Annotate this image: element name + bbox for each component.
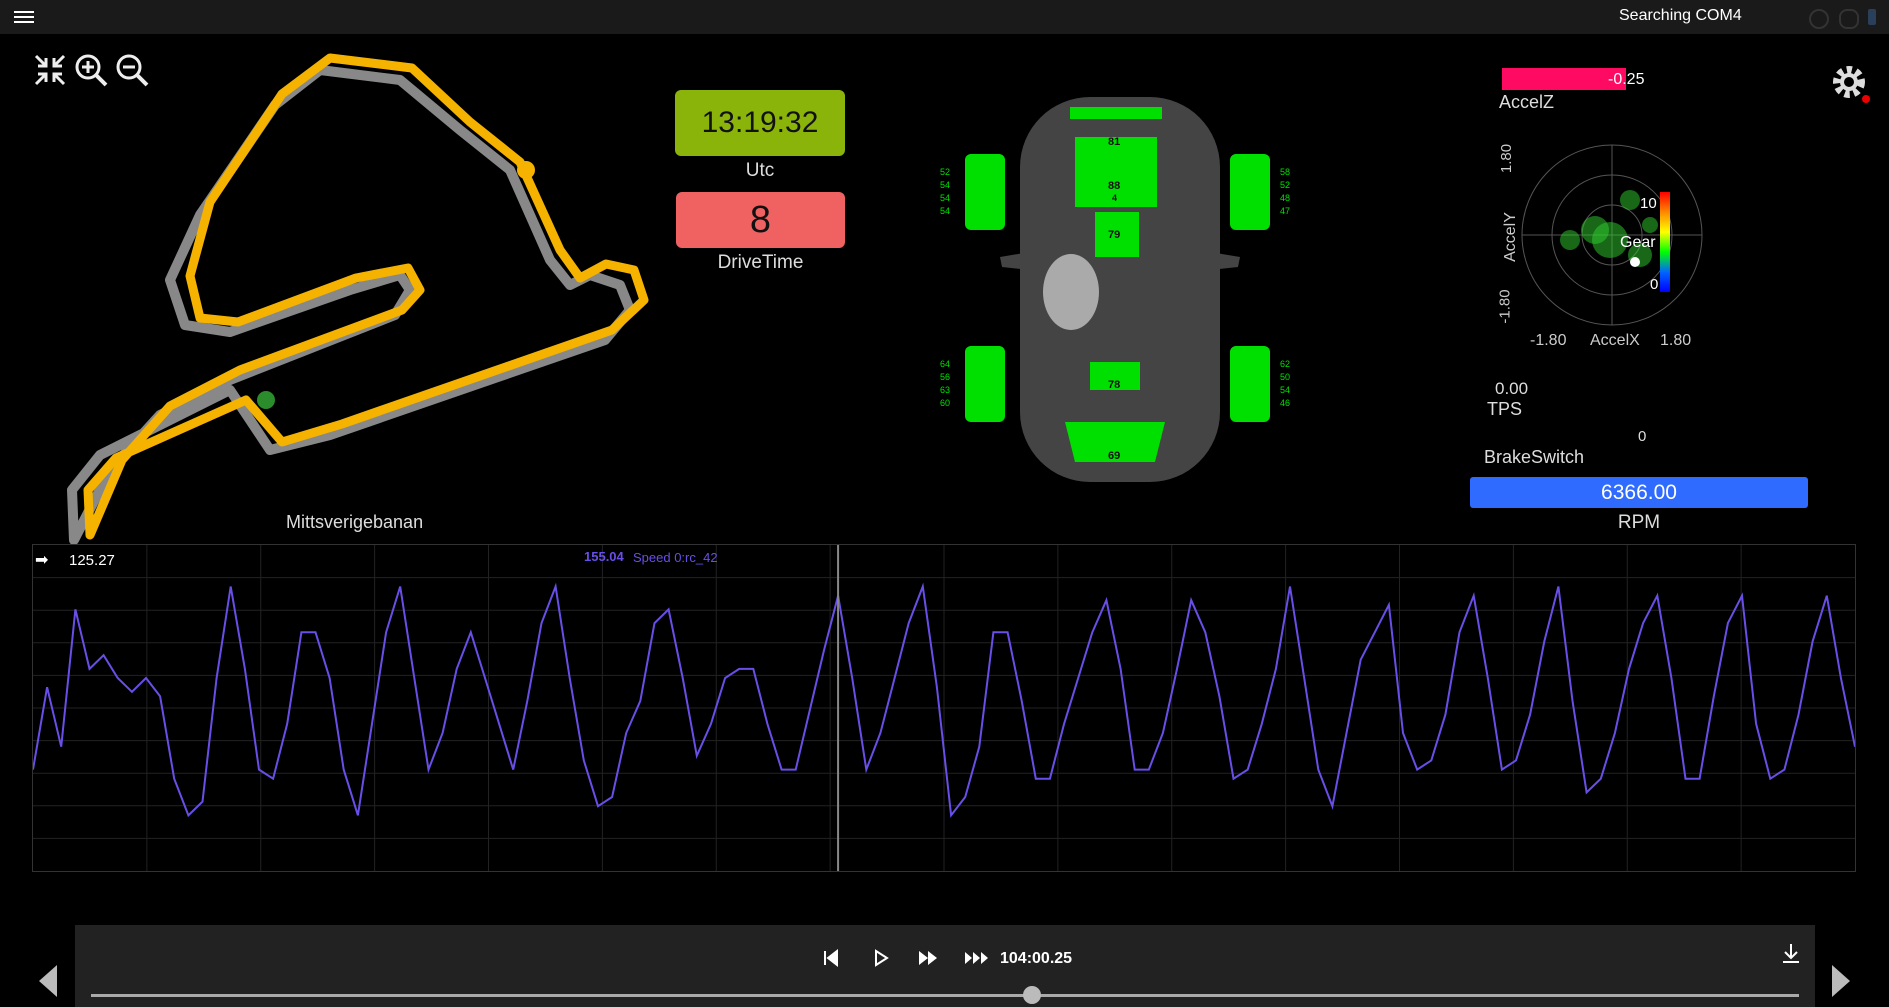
utc-value-box: 13:19:32 (675, 90, 845, 156)
accelx-right-label: 1.80 (1660, 332, 1692, 349)
gear-icon[interactable] (1827, 60, 1871, 104)
transport-bar: 104:00.25 (75, 925, 1815, 1007)
gear-scale-top: 10 (1640, 195, 1657, 212)
track-name: Mittsverigebanan (286, 512, 424, 532)
accely-bottom-label: -1.80 (1496, 289, 1514, 324)
accelx-left-label: -1.80 (1530, 332, 1567, 349)
right-arrow-icon: ➡ (35, 552, 49, 569)
record-icon[interactable] (1809, 9, 1829, 29)
playback-slider-track[interactable] (91, 994, 1799, 997)
engine-small-value: 4 (1112, 193, 1118, 203)
accelx-axis-label: AccelX (1590, 332, 1640, 349)
engine-top-temp: 81 (1108, 136, 1121, 148)
front-left-tire-temps: 52 54 54 54 (940, 167, 951, 216)
car-position-marker (517, 161, 535, 179)
brakeswitch-label: BrakeSwitch (1484, 447, 1585, 467)
playback-slider-thumb[interactable] (1023, 986, 1042, 1004)
track-map[interactable] (60, 50, 680, 550)
rear-right-tire-temps: 62 50 54 46 (1280, 359, 1291, 408)
drivetime-label: DriveTime (717, 252, 804, 273)
car-body (965, 97, 1270, 482)
scroll-indicator-icon (1868, 9, 1876, 25)
tps-value: 0.00 (1495, 379, 1529, 398)
gear-scale-bottom: 0 (1650, 276, 1659, 293)
track-reference-line (67, 65, 635, 545)
fast-forward-icon[interactable] (915, 945, 941, 971)
brakeswitch-value: 0 (1638, 428, 1647, 445)
accely-top-label: 1.80 (1498, 143, 1516, 174)
drivetime-value-box: 8 (676, 192, 845, 248)
tps-label: TPS (1487, 399, 1523, 419)
front-right-tire-temps: 58 52 48 47 (1280, 167, 1291, 216)
accelz-value: -0.25 (1608, 71, 1645, 88)
rear-tank-temp: 69 (1108, 450, 1121, 462)
speed-chart[interactable]: ➡ 125.27 155.04 Speed 0:rc_42 (32, 544, 1856, 872)
faster-forward-icon[interactable] (963, 945, 993, 971)
accelz-label: AccelZ (1499, 92, 1555, 112)
gg-plot: 10 0 Gear 1.80 AccelY -1.80 -1.80 AccelX… (1496, 130, 1725, 350)
car-diagram: 52 54 54 54 58 52 48 47 64 56 63 60 62 50 54 46 81 8… (940, 92, 1300, 492)
accely-axis-label: AccelY (1501, 212, 1519, 262)
start-finish-marker (257, 391, 275, 409)
next-arrow-icon[interactable] (1830, 963, 1852, 999)
gearbox-temp: 79 (1108, 229, 1121, 241)
diff-temp: 78 (1108, 379, 1121, 391)
rear-left-tire-temps: 64 56 63 60 (940, 359, 951, 408)
chart-left-value: 125.27 (69, 552, 115, 569)
gear-scale-label: Gear (1620, 234, 1656, 251)
menu-icon[interactable] (14, 8, 34, 26)
engine-mid-temp: 88 (1108, 180, 1121, 192)
playback-time: 104:00.25 (1000, 950, 1073, 967)
rpm-label: RPM (1617, 512, 1661, 533)
cursor-value: 155.04 (584, 549, 624, 564)
top-bar: Searching COM4 (0, 0, 1889, 34)
skip-to-start-icon[interactable] (818, 945, 844, 971)
play-icon[interactable] (867, 945, 893, 971)
utc-label: Utc (745, 160, 775, 181)
download-icon[interactable] (1778, 940, 1804, 966)
gg-plot-canvas (1521, 144, 1703, 326)
connection-status: Searching COM4 (1619, 7, 1742, 24)
speed-chart-canvas[interactable] (33, 545, 1855, 871)
rpm-value-box: 6366.00 (1470, 477, 1808, 508)
chart-channel-name: Speed 0:rc_42 (633, 550, 718, 565)
gear-color-scale (1660, 192, 1670, 292)
cloud-icon[interactable] (1839, 9, 1859, 29)
previous-arrow-icon[interactable] (37, 963, 59, 999)
